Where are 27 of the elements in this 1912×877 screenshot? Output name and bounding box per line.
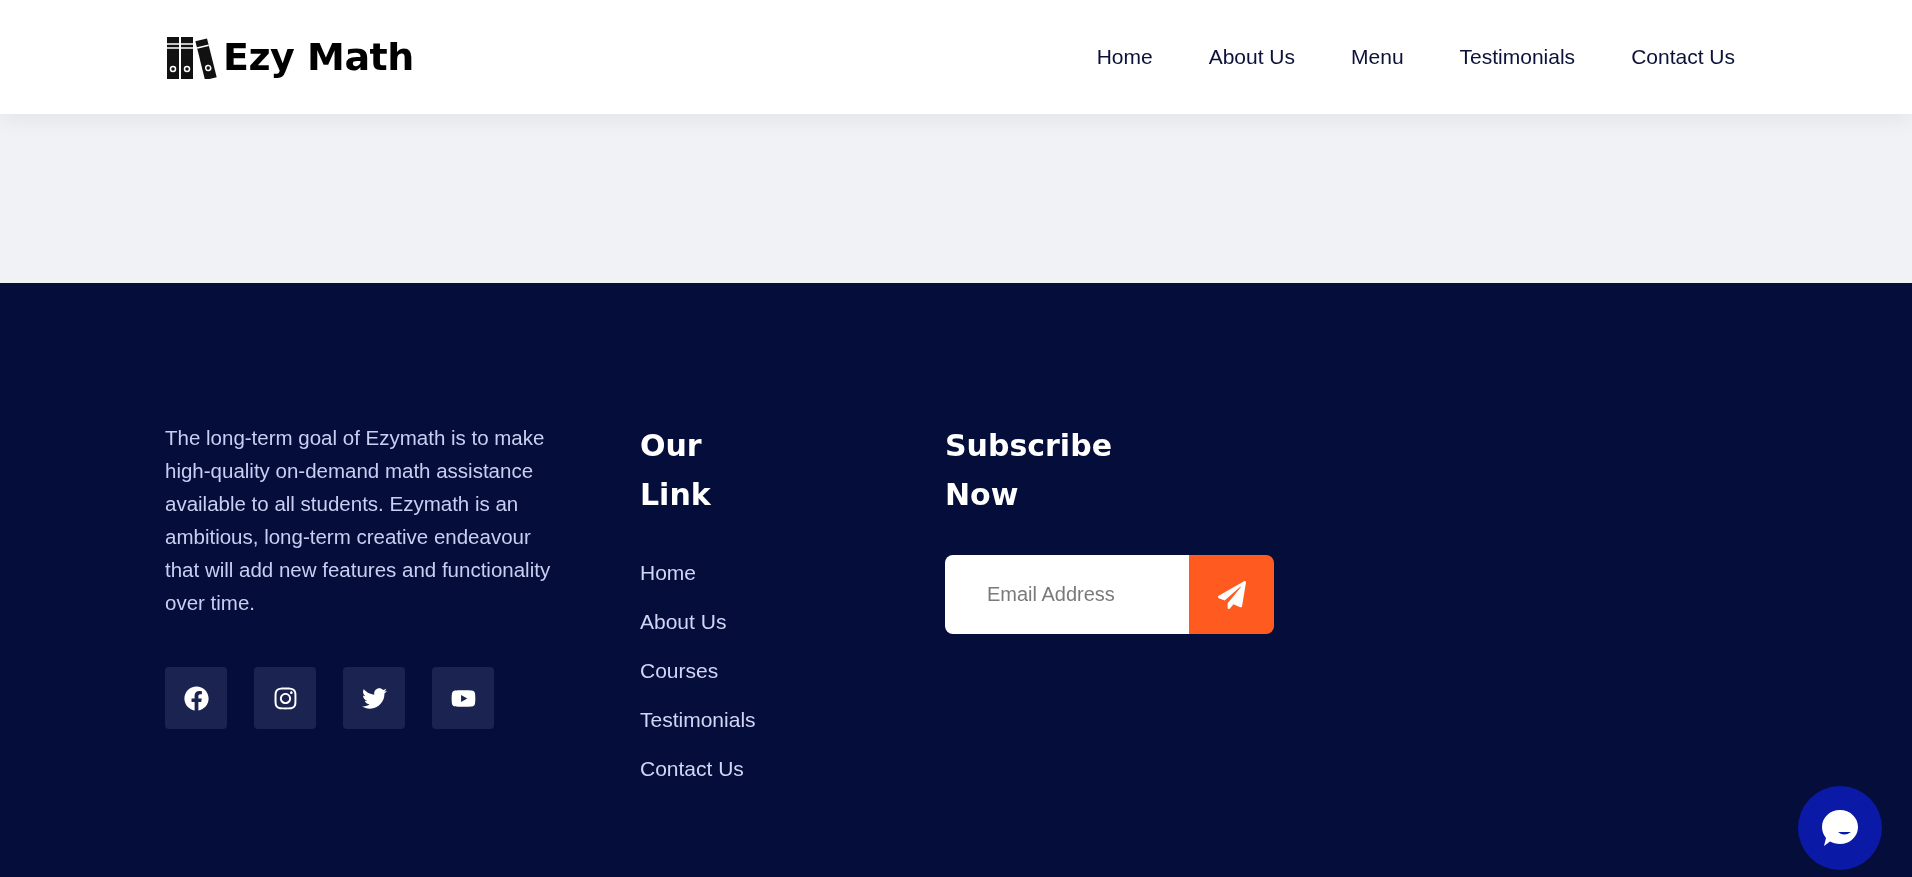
nav-link[interactable]: Menu (1351, 41, 1404, 73)
books-logo-icon (167, 35, 219, 79)
paper-plane-icon (1217, 580, 1246, 609)
social-button[interactable] (343, 667, 405, 729)
nav-link[interactable]: Contact Us (1631, 41, 1735, 73)
footer-link[interactable]: Courses (640, 659, 719, 683)
footer-link[interactable]: Home (640, 561, 697, 585)
speech-bubble-icon (1820, 808, 1860, 848)
nav-link[interactable]: Testimonials (1459, 41, 1576, 73)
nav-link[interactable]: Home (1096, 41, 1153, 73)
nav-link[interactable]: About Us (1208, 41, 1296, 73)
social-button[interactable] (165, 667, 227, 729)
send-button[interactable] (1189, 555, 1274, 634)
logo-text: Ezy Math (223, 38, 414, 76)
footer-link[interactable]: Testimonials (640, 708, 756, 732)
footer-link[interactable]: Contact Us (640, 757, 744, 781)
subscribe-heading: Subscribe Now (945, 427, 1113, 514)
links-heading: Our Link (640, 427, 712, 514)
instagram-icon (272, 685, 298, 711)
email-input[interactable]: Email Address (945, 555, 1189, 634)
footer-link[interactable]: About Us (640, 610, 727, 634)
social-button[interactable] (432, 667, 494, 729)
facebook-icon (183, 685, 209, 711)
site-logo[interactable]: Ezy Math (167, 35, 414, 79)
about-paragraph: The long-term goal of Ezymath is to make high-quality on-demand math assistance available to all students. Ezymath is an ambitious, long-term creative endeavour that will add new features and functionality over time. (165, 425, 552, 616)
twitter-icon (361, 685, 387, 711)
social-button[interactable] (254, 667, 316, 729)
